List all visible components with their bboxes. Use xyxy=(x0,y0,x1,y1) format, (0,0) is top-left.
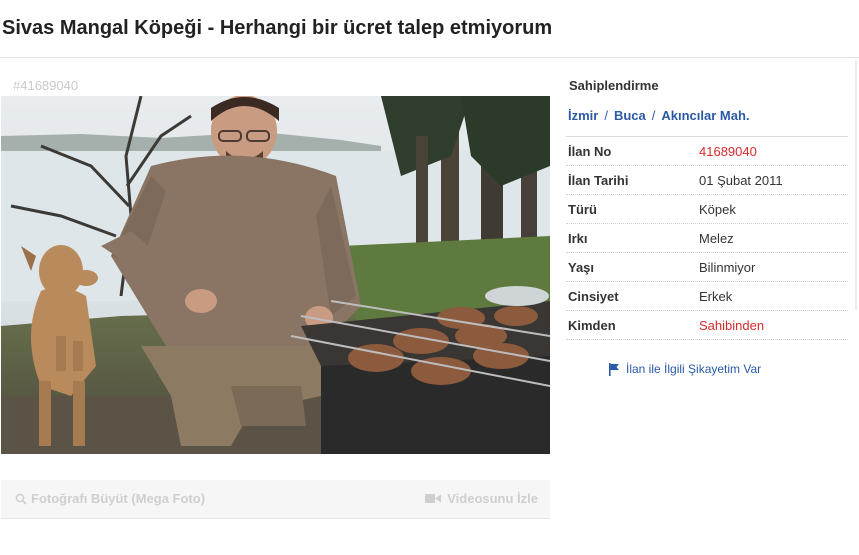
detail-label: Yaşı xyxy=(568,259,595,275)
panel-edge xyxy=(855,60,857,310)
report-listing-link[interactable]: İlan ile İlgili Şikayetim Var xyxy=(608,362,761,376)
photo-action-bar: Fotoğrafı Büyüt (Mega Foto) Videosunu İz… xyxy=(1,480,550,519)
details-table: İlan No 41689040 İlan Tarihi 01 Şubat 20… xyxy=(566,136,848,340)
flag-icon xyxy=(609,362,619,376)
detail-value: 01 Şubat 2011 xyxy=(699,172,783,188)
detail-label: İlan Tarihi xyxy=(568,172,629,188)
category-heading: Sahiplendirme xyxy=(569,78,659,93)
magnifier-icon xyxy=(15,493,27,505)
video-camera-icon xyxy=(425,494,442,503)
breadcrumb-district[interactable]: Buca xyxy=(614,108,646,123)
location-breadcrumb: İzmir / Buca / Akıncılar Mah. xyxy=(566,108,848,128)
detail-label: Irkı xyxy=(568,230,588,246)
watch-video-label: Videosunu İzle xyxy=(447,491,538,506)
detail-row-irki: Irkı Melez xyxy=(566,224,848,253)
detail-label: İlan No xyxy=(568,143,612,159)
breadcrumb-city[interactable]: İzmir xyxy=(568,108,598,123)
enlarge-photo-button[interactable]: Fotoğrafı Büyüt (Mega Foto) xyxy=(15,491,205,506)
detail-label: Türü xyxy=(568,201,597,217)
detail-row-cinsiyet: Cinsiyet Erkek xyxy=(566,282,848,311)
detail-value: Bilinmiyor xyxy=(699,259,756,275)
watch-video-button[interactable]: Videosunu İzle xyxy=(425,491,538,506)
enlarge-photo-label: Fotoğrafı Büyüt (Mega Foto) xyxy=(31,491,206,506)
detail-label: Kimden xyxy=(568,317,616,333)
detail-label: Cinsiyet xyxy=(568,288,619,304)
breadcrumb-separator: / xyxy=(651,108,656,123)
detail-value: 41689040 xyxy=(699,143,757,159)
detail-row-ilan-no: İlan No 41689040 xyxy=(566,137,848,166)
detail-value: Köpek xyxy=(699,201,736,217)
detail-row-ilan-tarihi: İlan Tarihi 01 Şubat 2011 xyxy=(566,166,848,195)
detail-row-kimden: Kimden Sahibinden xyxy=(566,311,848,340)
listing-details-panel: Sahiplendirme İzmir / Buca / Akıncılar Mah. … xyxy=(566,78,848,340)
title-divider xyxy=(0,57,859,58)
detail-row-turu: Türü Köpek xyxy=(566,195,848,224)
report-listing-label: İlan ile İlgili Şikayetim Var xyxy=(626,362,762,376)
listing-photo[interactable] xyxy=(1,96,550,454)
listing-page: Sivas Mangal Köpeği - Herhangi bir ücret… xyxy=(0,0,859,555)
detail-value: Sahibinden xyxy=(699,317,765,333)
listing-id-watermark: #41689040 xyxy=(13,78,79,93)
breadcrumb-neighborhood[interactable]: Akıncılar Mah. xyxy=(661,108,749,123)
photo-scene xyxy=(1,96,550,454)
detail-value: Melez xyxy=(699,230,734,246)
detail-row-yasi: Yaşı Bilinmiyor xyxy=(566,253,848,282)
detail-value: Erkek xyxy=(699,288,733,304)
breadcrumb-separator: / xyxy=(604,108,608,123)
listing-title: Sivas Mangal Köpeği - Herhangi bir ücret… xyxy=(2,17,553,39)
